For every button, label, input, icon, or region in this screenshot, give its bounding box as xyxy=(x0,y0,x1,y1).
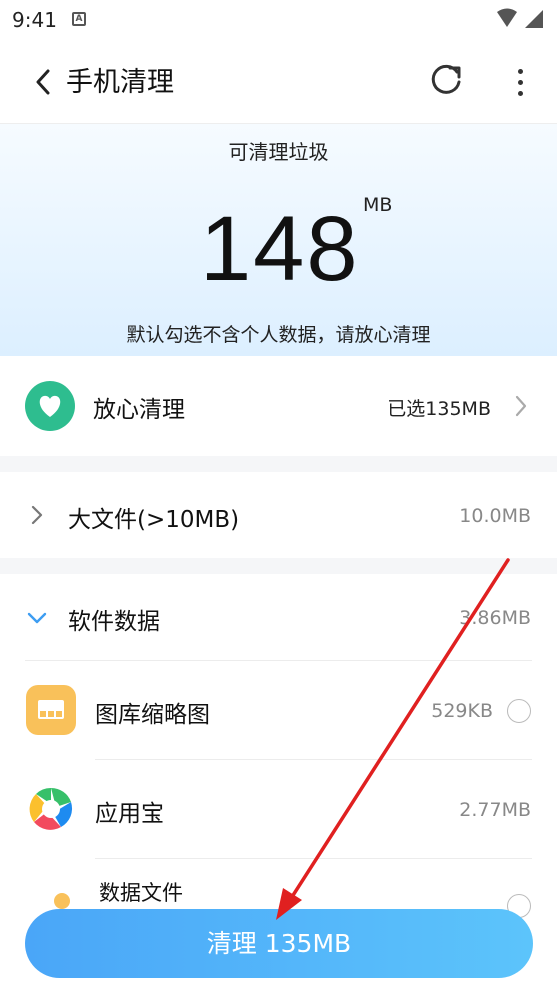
chevron-right-icon xyxy=(31,505,43,525)
list-item-size: 2.77MB xyxy=(459,799,531,821)
page-title: 手机清理 xyxy=(66,67,174,98)
refresh-icon xyxy=(431,64,461,94)
gallery-icon xyxy=(26,685,76,735)
list-item-size: 529KB xyxy=(431,700,493,722)
section-gap xyxy=(0,558,557,574)
junk-amount: 148 xyxy=(200,198,360,300)
chevron-right-icon xyxy=(515,395,527,417)
list-item-app-store[interactable]: 应用宝 2.77MB xyxy=(0,760,557,858)
list-item-label: 数据文件 xyxy=(99,881,183,905)
refresh-button[interactable] xyxy=(426,60,466,100)
large-files-title: 大文件(>10MB) xyxy=(68,507,240,533)
large-files-size: 10.0MB xyxy=(459,505,531,527)
list-item-gallery[interactable]: 图库缩略图 529KB xyxy=(0,661,557,759)
status-icons xyxy=(495,8,545,34)
select-checkbox[interactable] xyxy=(507,699,531,723)
junk-note: 默认勾选不含个人数据，请放心清理 xyxy=(126,324,431,346)
app-bar: 手机清理 xyxy=(0,40,557,124)
status-time: 9:41 xyxy=(12,8,57,32)
safe-clean-row[interactable]: 放心清理 已选135MB xyxy=(0,356,557,456)
more-vertical-icon xyxy=(517,68,523,74)
back-button[interactable] xyxy=(28,62,58,102)
data-file-icon xyxy=(54,893,70,909)
notification-icon: A xyxy=(72,12,86,26)
safe-clean-selected: 已选135MB xyxy=(387,398,491,420)
software-data-size: 3.86MB xyxy=(459,607,531,629)
heart-icon xyxy=(25,381,75,431)
list-item-label: 应用宝 xyxy=(95,801,164,827)
app-store-icon xyxy=(29,787,73,830)
chevron-left-icon xyxy=(36,69,50,95)
junk-unit: MB xyxy=(363,194,393,216)
chevron-down-icon xyxy=(27,612,47,624)
more-options-button[interactable] xyxy=(505,62,535,102)
list-item-label: 图库缩略图 xyxy=(95,702,210,728)
junk-summary: 可清理垃圾 148 MB 默认勾选不含个人数据，请放心清理 xyxy=(0,124,557,356)
junk-label: 可清理垃圾 xyxy=(228,140,329,164)
status-bar: 9:41 A xyxy=(0,0,557,40)
software-data-row[interactable]: 软件数据 3.86MB xyxy=(0,574,557,660)
clean-button[interactable]: 清理 135MB xyxy=(25,909,533,978)
software-data-title: 软件数据 xyxy=(68,609,160,635)
safe-clean-title: 放心清理 xyxy=(93,397,185,423)
large-files-row[interactable]: 大文件(>10MB) 10.0MB xyxy=(0,472,557,558)
signal-icon xyxy=(525,10,543,28)
wifi-icon xyxy=(497,8,517,27)
section-gap xyxy=(0,456,557,472)
